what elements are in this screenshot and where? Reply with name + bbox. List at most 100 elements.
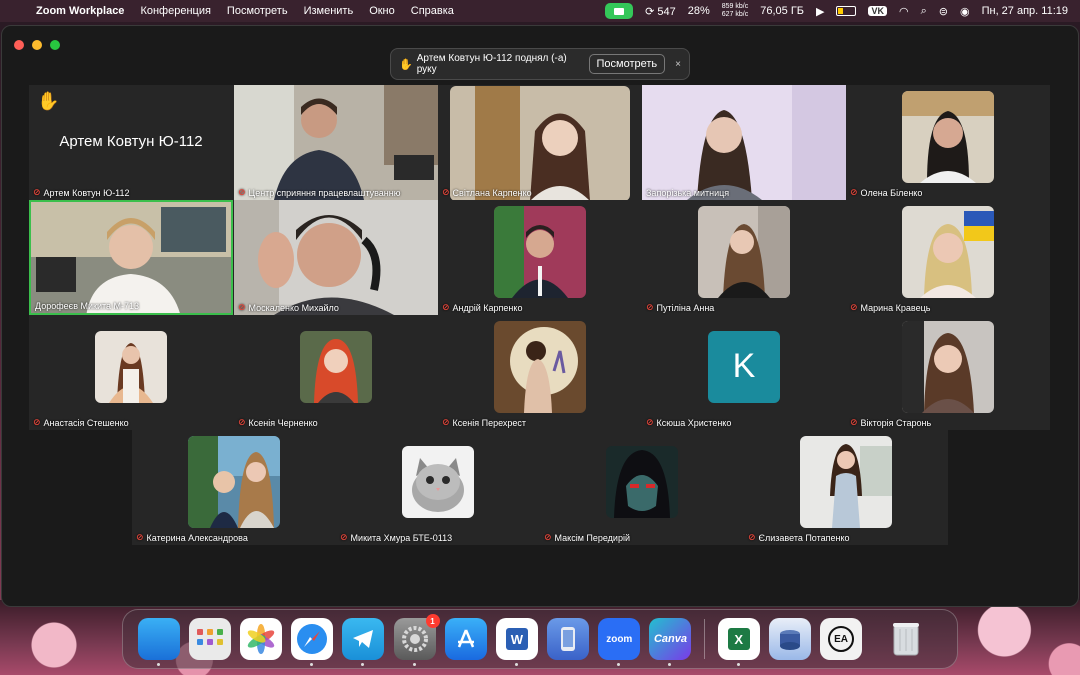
participant-tile[interactable]: ⊘ Ксенія Перехрест — [438, 315, 642, 430]
participant-name: Світлана Карпенко — [452, 187, 532, 198]
menu-edit[interactable]: Изменить — [304, 5, 354, 17]
wifi-icon[interactable]: ◠ — [899, 5, 909, 18]
raise-hand-notification: ✋ Артем Ковтун Ю-112 поднял (-а) руку По… — [390, 48, 690, 80]
control-center-icon[interactable]: ⊜ — [939, 5, 948, 18]
menu-conference[interactable]: Конференция — [140, 5, 210, 17]
participant-name: Андрій Карпенко — [452, 302, 523, 313]
mic-off-icon: ⊘ — [340, 532, 348, 542]
participant-avatar — [606, 445, 678, 518]
telegram-icon[interactable] — [342, 618, 385, 666]
notification-badge: 1 — [425, 614, 440, 628]
siri-icon[interactable]: ◉ — [960, 5, 970, 18]
participant-tile[interactable]: Запорізька митниця — [642, 85, 846, 200]
minimize-window-button[interactable] — [32, 40, 42, 50]
running-indicator — [617, 663, 621, 666]
menu-help[interactable]: Справка — [411, 5, 454, 17]
participant-avatar — [494, 320, 586, 413]
excel-logo-letter: X — [727, 628, 750, 650]
participant-tile[interactable]: ⊘ Андрій Карпенко — [438, 200, 642, 315]
vk-icon[interactable]: VK — [868, 6, 887, 16]
trash-icon[interactable] — [885, 618, 927, 660]
raised-hand-icon: ✋ — [399, 58, 413, 71]
play-icon[interactable]: ▶ — [816, 5, 824, 18]
sync-icon[interactable]: ⟳ 547 — [645, 5, 676, 18]
participant-tile[interactable]: ⊘ Катерина Александрова — [132, 430, 336, 545]
launchpad-icon[interactable] — [188, 618, 231, 660]
participant-avatar — [300, 330, 372, 403]
disk-space[interactable]: 76,05 ГБ — [760, 5, 804, 17]
system-settings-icon[interactable]: 1 — [393, 614, 440, 666]
participant-video — [31, 202, 231, 313]
participant-name: Марина Кравець — [860, 302, 931, 313]
participant-tile[interactable]: ⊘ Ксенія Черненко — [234, 315, 438, 430]
view-button[interactable]: Посмотреть — [588, 54, 666, 74]
network-monitor[interactable]: 859 kb/c 627 kb/c — [722, 3, 748, 19]
finder-icon[interactable] — [137, 618, 180, 666]
participant-tile[interactable]: ⊘ Олена Біленко — [846, 85, 1050, 200]
mic-off-icon: ⊘ — [442, 417, 450, 427]
participant-label: ⊘ Ксюша Христенко — [646, 417, 731, 428]
photos-icon[interactable] — [239, 618, 282, 660]
running-indicator — [310, 663, 314, 666]
maximize-window-button[interactable] — [50, 40, 60, 50]
iphone-mirroring-icon[interactable] — [547, 618, 590, 660]
participant-avatar — [902, 90, 994, 183]
close-window-button[interactable] — [14, 40, 24, 50]
participant-label: ⊘ Олена Біленко — [850, 187, 922, 198]
participant-tile[interactable]: ⊘ Микита Хмура БТЕ-0113 — [336, 430, 540, 545]
app-store-icon[interactable] — [444, 618, 487, 660]
participant-name: Максім Передирій — [554, 532, 630, 543]
word-icon[interactable]: W — [495, 618, 538, 666]
participant-tile[interactable]: ✋ Артем Ковтун Ю-112 ⊘ Артем Ковтун Ю-112 — [29, 85, 233, 200]
participant-tile[interactable]: ⊘ Світлана Карпенко — [438, 85, 642, 200]
participant-tile[interactable]: K ⊘ Ксюша Христенко — [642, 315, 846, 430]
mic-off-icon: ⊘ — [238, 187, 246, 197]
disk-utility-icon[interactable] — [768, 618, 811, 660]
mic-off-icon: ⊘ — [442, 187, 450, 197]
participant-label: ⊘ Ксенія Перехрест — [442, 417, 526, 428]
participant-tile[interactable]: ⊘ Максім Передирій — [540, 430, 744, 545]
zoom-icon[interactable]: zoom — [598, 618, 641, 666]
canva-icon[interactable]: Canva — [649, 618, 692, 666]
cpu-usage[interactable]: 28% — [688, 5, 710, 17]
net-up: 859 kb/c — [721, 3, 749, 10]
close-icon[interactable]: × — [675, 59, 681, 70]
participant-tile[interactable]: ⊘ Центр сприяння працевлаштуванню — [234, 85, 438, 200]
participant-tile[interactable]: ⊘ Марина Кравець — [846, 200, 1050, 315]
participant-tile[interactable]: ⊘ Путіліна Анна — [642, 200, 846, 315]
notification-message: Артем Ковтун Ю-112 поднял (-а) руку — [416, 53, 567, 75]
participant-tile[interactable]: ⊘ Анастасія Стешенко — [29, 315, 233, 430]
safari-icon[interactable] — [291, 618, 334, 666]
running-indicator — [668, 663, 672, 666]
search-icon[interactable]: ⌕ — [921, 5, 927, 18]
mic-off-icon: ⊘ — [850, 302, 858, 312]
app-name-menu[interactable]: Zoom Workplace — [36, 5, 124, 17]
running-indicator — [412, 663, 416, 666]
mic-off-icon: ⊘ — [238, 417, 246, 427]
participant-tile-active-speaker[interactable]: Дорофеєв Микита М-713 — [29, 200, 233, 315]
participant-tile[interactable]: ⊘ Москаленко Михайло — [234, 200, 438, 315]
sync-count: 547 — [657, 5, 676, 18]
participant-name: Ксенія Черненко — [248, 417, 318, 428]
ea-app-icon[interactable]: EA — [820, 618, 863, 660]
mic-off-icon: ⊘ — [646, 302, 654, 312]
status-area: ⟳ 547 28% 859 kb/c 627 kb/c 76,05 ГБ ▶ V… — [605, 0, 1080, 22]
battery-icon[interactable] — [836, 6, 857, 16]
mic-off-icon: ⊘ — [850, 187, 858, 197]
menu-window[interactable]: Окно — [369, 5, 395, 17]
participant-label: ⊘ Марина Кравець — [850, 302, 930, 313]
excel-icon[interactable]: X — [717, 618, 760, 666]
participant-name: Ксюша Христенко — [656, 417, 732, 428]
mic-off-icon: ⊘ — [646, 417, 654, 427]
menu-view[interactable]: Посмотреть — [227, 5, 288, 17]
participant-label: ⊘ Центр сприяння працевлаштуванню — [238, 187, 401, 198]
clock[interactable]: Пн, 27 апр. 11:19 — [982, 5, 1068, 17]
participant-label: ⊘ Ксенія Черненко — [238, 417, 318, 428]
zoom-video-status-icon[interactable] — [605, 3, 634, 19]
participant-label: ⊘ Андрій Карпенко — [442, 302, 522, 313]
participant-tile[interactable]: ⊘ Вікторія Старонь — [846, 315, 1050, 430]
participant-video — [642, 85, 846, 200]
mic-off-icon: ⊘ — [33, 187, 41, 197]
mic-off-icon: ⊘ — [136, 532, 144, 542]
participant-tile[interactable]: ⊘ Єлизавета Потапенко — [744, 430, 948, 545]
